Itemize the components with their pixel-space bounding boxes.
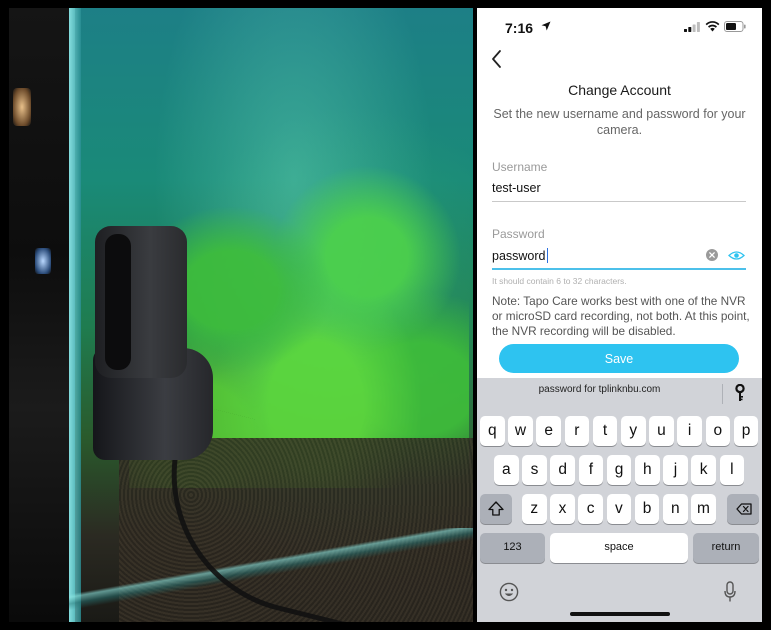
key-v[interactable]: v [606, 494, 632, 524]
clear-circle-icon[interactable] [706, 249, 718, 261]
shift-icon [488, 501, 504, 516]
key-k[interactable]: k [691, 455, 716, 485]
eye-icon[interactable] [728, 250, 745, 261]
key-y[interactable]: y [621, 416, 646, 446]
battery-icon [724, 21, 746, 32]
key-q[interactable]: q [480, 416, 505, 446]
page-subtitle: Set the new username and password for yo… [493, 107, 746, 137]
username-label: Username [492, 160, 548, 174]
key-x[interactable]: x [550, 494, 575, 524]
key-u[interactable]: u [649, 416, 674, 446]
screenshot-root: 7:16 Change Account Set the new username… [0, 0, 771, 630]
key-n[interactable]: n [663, 494, 688, 524]
password-suggestion-bar: password for tplinknbu.com [477, 378, 762, 408]
backspace-icon [736, 503, 752, 515]
suggestion-divider [722, 384, 723, 404]
nvr-note: Note: Tapo Care works best with one of t… [492, 294, 750, 338]
password-field[interactable]: password [492, 248, 692, 263]
key-w[interactable]: w [508, 416, 533, 446]
key-m[interactable]: m [691, 494, 716, 524]
background-lamp [13, 88, 31, 126]
key-g[interactable]: g [606, 455, 632, 485]
location-arrow-icon [541, 21, 551, 31]
key-z[interactable]: z [522, 494, 547, 524]
key-a[interactable]: a [494, 455, 519, 485]
password-suggestion[interactable]: password for tplinknbu.com [477, 384, 722, 395]
key-e[interactable]: e [536, 416, 561, 446]
username-underline [492, 201, 746, 202]
key-c[interactable]: c [578, 494, 603, 524]
save-button[interactable]: Save [499, 344, 739, 373]
text-caret [546, 248, 548, 263]
wifi-icon [705, 21, 720, 32]
key-j[interactable]: j [663, 455, 688, 485]
key-o[interactable]: o [705, 416, 731, 446]
numbers-key[interactable]: 123 [480, 533, 545, 563]
ios-keyboard: password for tplinknbu.com qwertyuiop as… [477, 378, 762, 622]
keyboard-row-3: zxcvbnm [477, 494, 762, 524]
key-p[interactable]: p [733, 416, 759, 446]
password-underline [492, 268, 746, 270]
background-light [35, 248, 51, 274]
home-indicator [570, 612, 670, 616]
chevron-left-icon[interactable] [489, 48, 505, 70]
aquarium-photo [9, 8, 473, 622]
key-icon[interactable] [735, 384, 745, 402]
key-l[interactable]: l [719, 455, 745, 485]
space-key[interactable]: space [550, 533, 688, 563]
keyboard-row-1: qwertyuiop [477, 416, 762, 446]
camera-lens-face [105, 234, 131, 370]
microphone-icon[interactable] [724, 581, 736, 603]
keyboard-row-2: asdfghjkl [477, 455, 762, 485]
key-d[interactable]: d [550, 455, 575, 485]
keyboard-row-4: 123 space return [477, 533, 762, 563]
status-bar: 7:16 [477, 8, 762, 46]
phone-screen: 7:16 Change Account Set the new username… [477, 8, 762, 622]
status-time: 7:16 [505, 20, 534, 36]
key-t[interactable]: t [592, 416, 618, 446]
key-h[interactable]: h [635, 455, 660, 485]
username-field[interactable]: test-user [492, 181, 746, 195]
backspace-key[interactable] [727, 494, 759, 524]
emoji-icon[interactable] [499, 582, 519, 602]
key-s[interactable]: s [522, 455, 547, 485]
key-b[interactable]: b [634, 494, 660, 524]
return-key[interactable]: return [693, 533, 759, 563]
key-i[interactable]: i [677, 416, 702, 446]
password-hint: It should contain 6 to 32 characters. [492, 276, 627, 286]
password-label: Password [492, 227, 545, 241]
key-r[interactable]: r [564, 416, 590, 446]
page-title: Change Account [568, 82, 671, 98]
cellular-signal-icon [684, 22, 700, 32]
password-text: password [492, 249, 546, 263]
shift-key[interactable] [480, 494, 512, 524]
key-f[interactable]: f [578, 455, 604, 485]
